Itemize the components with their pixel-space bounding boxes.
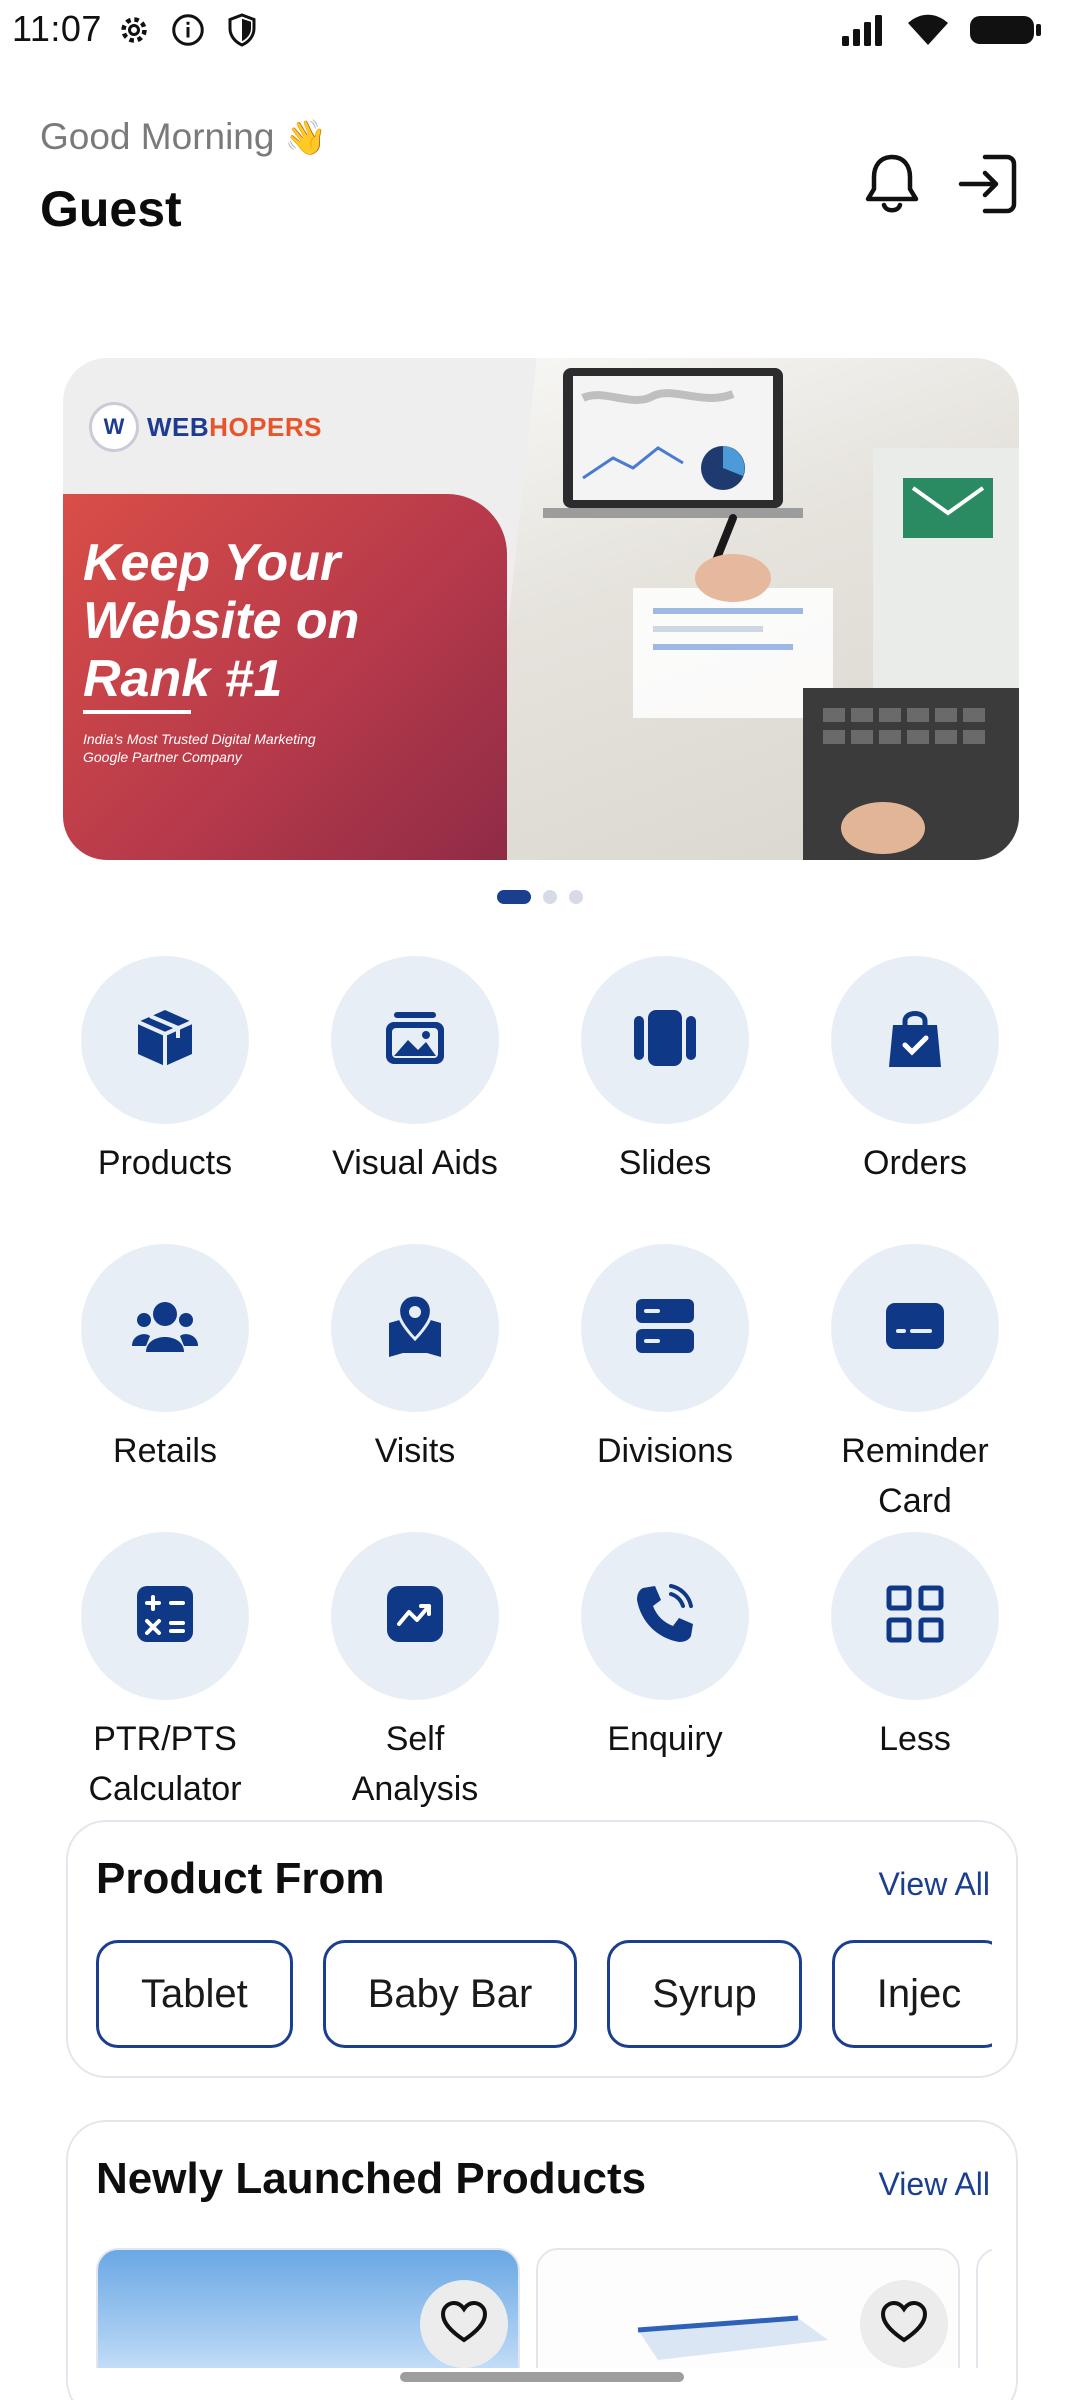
login-icon (955, 151, 1021, 222)
menu-item-visual-aids[interactable]: Visual Aids (290, 956, 540, 1188)
newly-launched-view-all[interactable]: View All (879, 2166, 990, 2203)
login-button[interactable] (952, 150, 1024, 222)
menu-item-label: Enquiry (607, 1720, 723, 1758)
menu-item-orders[interactable]: Orders (790, 956, 1040, 1188)
bag-check-icon (885, 1005, 945, 1076)
user-name: Guest (40, 181, 182, 237)
menu-item-enquiry[interactable]: Enquiry (540, 1532, 790, 1764)
product-from-card: Product From View All Tablet Baby Bar Sy… (66, 1820, 1018, 2078)
menu-item-label: Slides (618, 1144, 712, 1182)
menu-item-reminder-card[interactable]: Reminder Card (790, 1244, 1040, 1526)
heart-icon (439, 2300, 489, 2349)
product-card[interactable] (536, 2248, 960, 2368)
settings-status-icon (116, 12, 152, 53)
menu-item-label: Retails (113, 1432, 217, 1470)
favorite-button[interactable] (860, 2280, 948, 2368)
menu-item-slides[interactable]: Slides (540, 956, 790, 1188)
map-pin-icon (385, 1292, 445, 1364)
home-indicator[interactable] (400, 2372, 684, 2382)
newly-launched-card: Newly Launched Products View All (66, 2120, 1018, 2400)
banner-underline (83, 710, 191, 714)
menu-item-visits[interactable]: Visits (290, 1244, 540, 1476)
menu-item-label: Visual Aids (332, 1144, 498, 1182)
menu-item-retails[interactable]: Retails (40, 1244, 290, 1476)
trend-icon (385, 1584, 445, 1649)
newly-launched-title: Newly Launched Products (96, 2154, 647, 2203)
card-icon (884, 1301, 946, 1356)
menu-item-label: PTR/PTS Calculator (88, 1720, 242, 1808)
product-from-view-all[interactable]: View All (879, 1866, 990, 1903)
status-bar: 11:07 (0, 0, 1080, 64)
banner-subline-2: Google Partner Company (83, 749, 242, 765)
chip-tablet[interactable]: Tablet (96, 1940, 293, 2048)
info-status-icon (170, 12, 206, 53)
menu-item-products[interactable]: Products (40, 956, 290, 1188)
logo-mark: W (89, 402, 139, 452)
box-icon (132, 1005, 198, 1076)
chip-syrup[interactable]: Syrup (607, 1940, 802, 2048)
notifications-button[interactable] (856, 150, 928, 222)
carousel-dot[interactable] (569, 890, 583, 904)
phone-icon (633, 1582, 697, 1651)
wifi-icon (906, 12, 950, 53)
carousel-indicator (0, 890, 1080, 904)
shield-status-icon (224, 12, 260, 53)
chip-injection[interactable]: Injec (831, 1940, 992, 2048)
brand-part-2: HOPERS (209, 411, 322, 442)
calculator-icon (135, 1584, 195, 1649)
favorite-button[interactable] (420, 2280, 508, 2368)
product-card[interactable] (96, 2248, 520, 2368)
server-icon (634, 1297, 696, 1360)
menu-item-self-analysis[interactable]: Self Analysis (290, 1532, 540, 1814)
menu-item-label: Less (879, 1720, 951, 1758)
product-card[interactable] (976, 2248, 992, 2368)
chip-baby-bar[interactable]: Baby Bar (322, 1940, 578, 2048)
banner-headline-3: Rank #1 (83, 650, 283, 708)
greeting-text: Good Morning 👋 (40, 116, 327, 158)
menu-item-divisions[interactable]: Divisions (540, 1244, 790, 1476)
menu-item-label: Orders (863, 1144, 967, 1182)
signal-icon (840, 12, 888, 53)
promo-banner[interactable]: W WEBHOPERS Keep Your Website on Rank #1… (63, 358, 1019, 860)
product-form-chips: Tablet Baby Bar Syrup Injec (96, 1940, 992, 2050)
people-icon (132, 1298, 198, 1359)
image-icon (382, 1008, 448, 1073)
menu-item-label: Divisions (596, 1432, 734, 1470)
brand-part-1: WEB (147, 411, 210, 442)
newly-launched-list (96, 2248, 992, 2368)
menu-item-calculator[interactable]: PTR/PTS Calculator (40, 1532, 290, 1814)
battery-icon (968, 12, 1044, 53)
slides-icon (632, 1008, 698, 1073)
menu-item-label: Reminder Card (841, 1432, 989, 1520)
banner-logo: W WEBHOPERS (89, 402, 322, 452)
banner-headline-2: Website on (83, 592, 360, 650)
menu-item-less[interactable]: Less (790, 1532, 1040, 1764)
menu-item-label: Self Analysis (351, 1720, 479, 1808)
product-from-title: Product From (96, 1854, 385, 1903)
carousel-dot[interactable] (543, 890, 557, 904)
banner-photo (483, 358, 1019, 860)
heart-icon (879, 2300, 929, 2349)
menu-item-label: Visits (374, 1432, 456, 1470)
bell-icon (860, 151, 924, 222)
banner-headline: Keep Your Website on Rank #1 (83, 534, 503, 708)
wave-emoji: 👋 (284, 119, 328, 157)
carousel-dot[interactable] (497, 890, 531, 904)
banner-subline-1: India's Most Trusted Digital Marketing (83, 731, 316, 747)
status-time: 11:07 (12, 8, 102, 49)
greeting-label: Good Morning (40, 116, 275, 157)
banner-headline-1: Keep Your (83, 534, 341, 592)
menu-item-label: Products (97, 1144, 233, 1182)
grid-icon (885, 1584, 945, 1649)
banner-subline: India's Most Trusted Digital Marketing G… (83, 730, 383, 766)
